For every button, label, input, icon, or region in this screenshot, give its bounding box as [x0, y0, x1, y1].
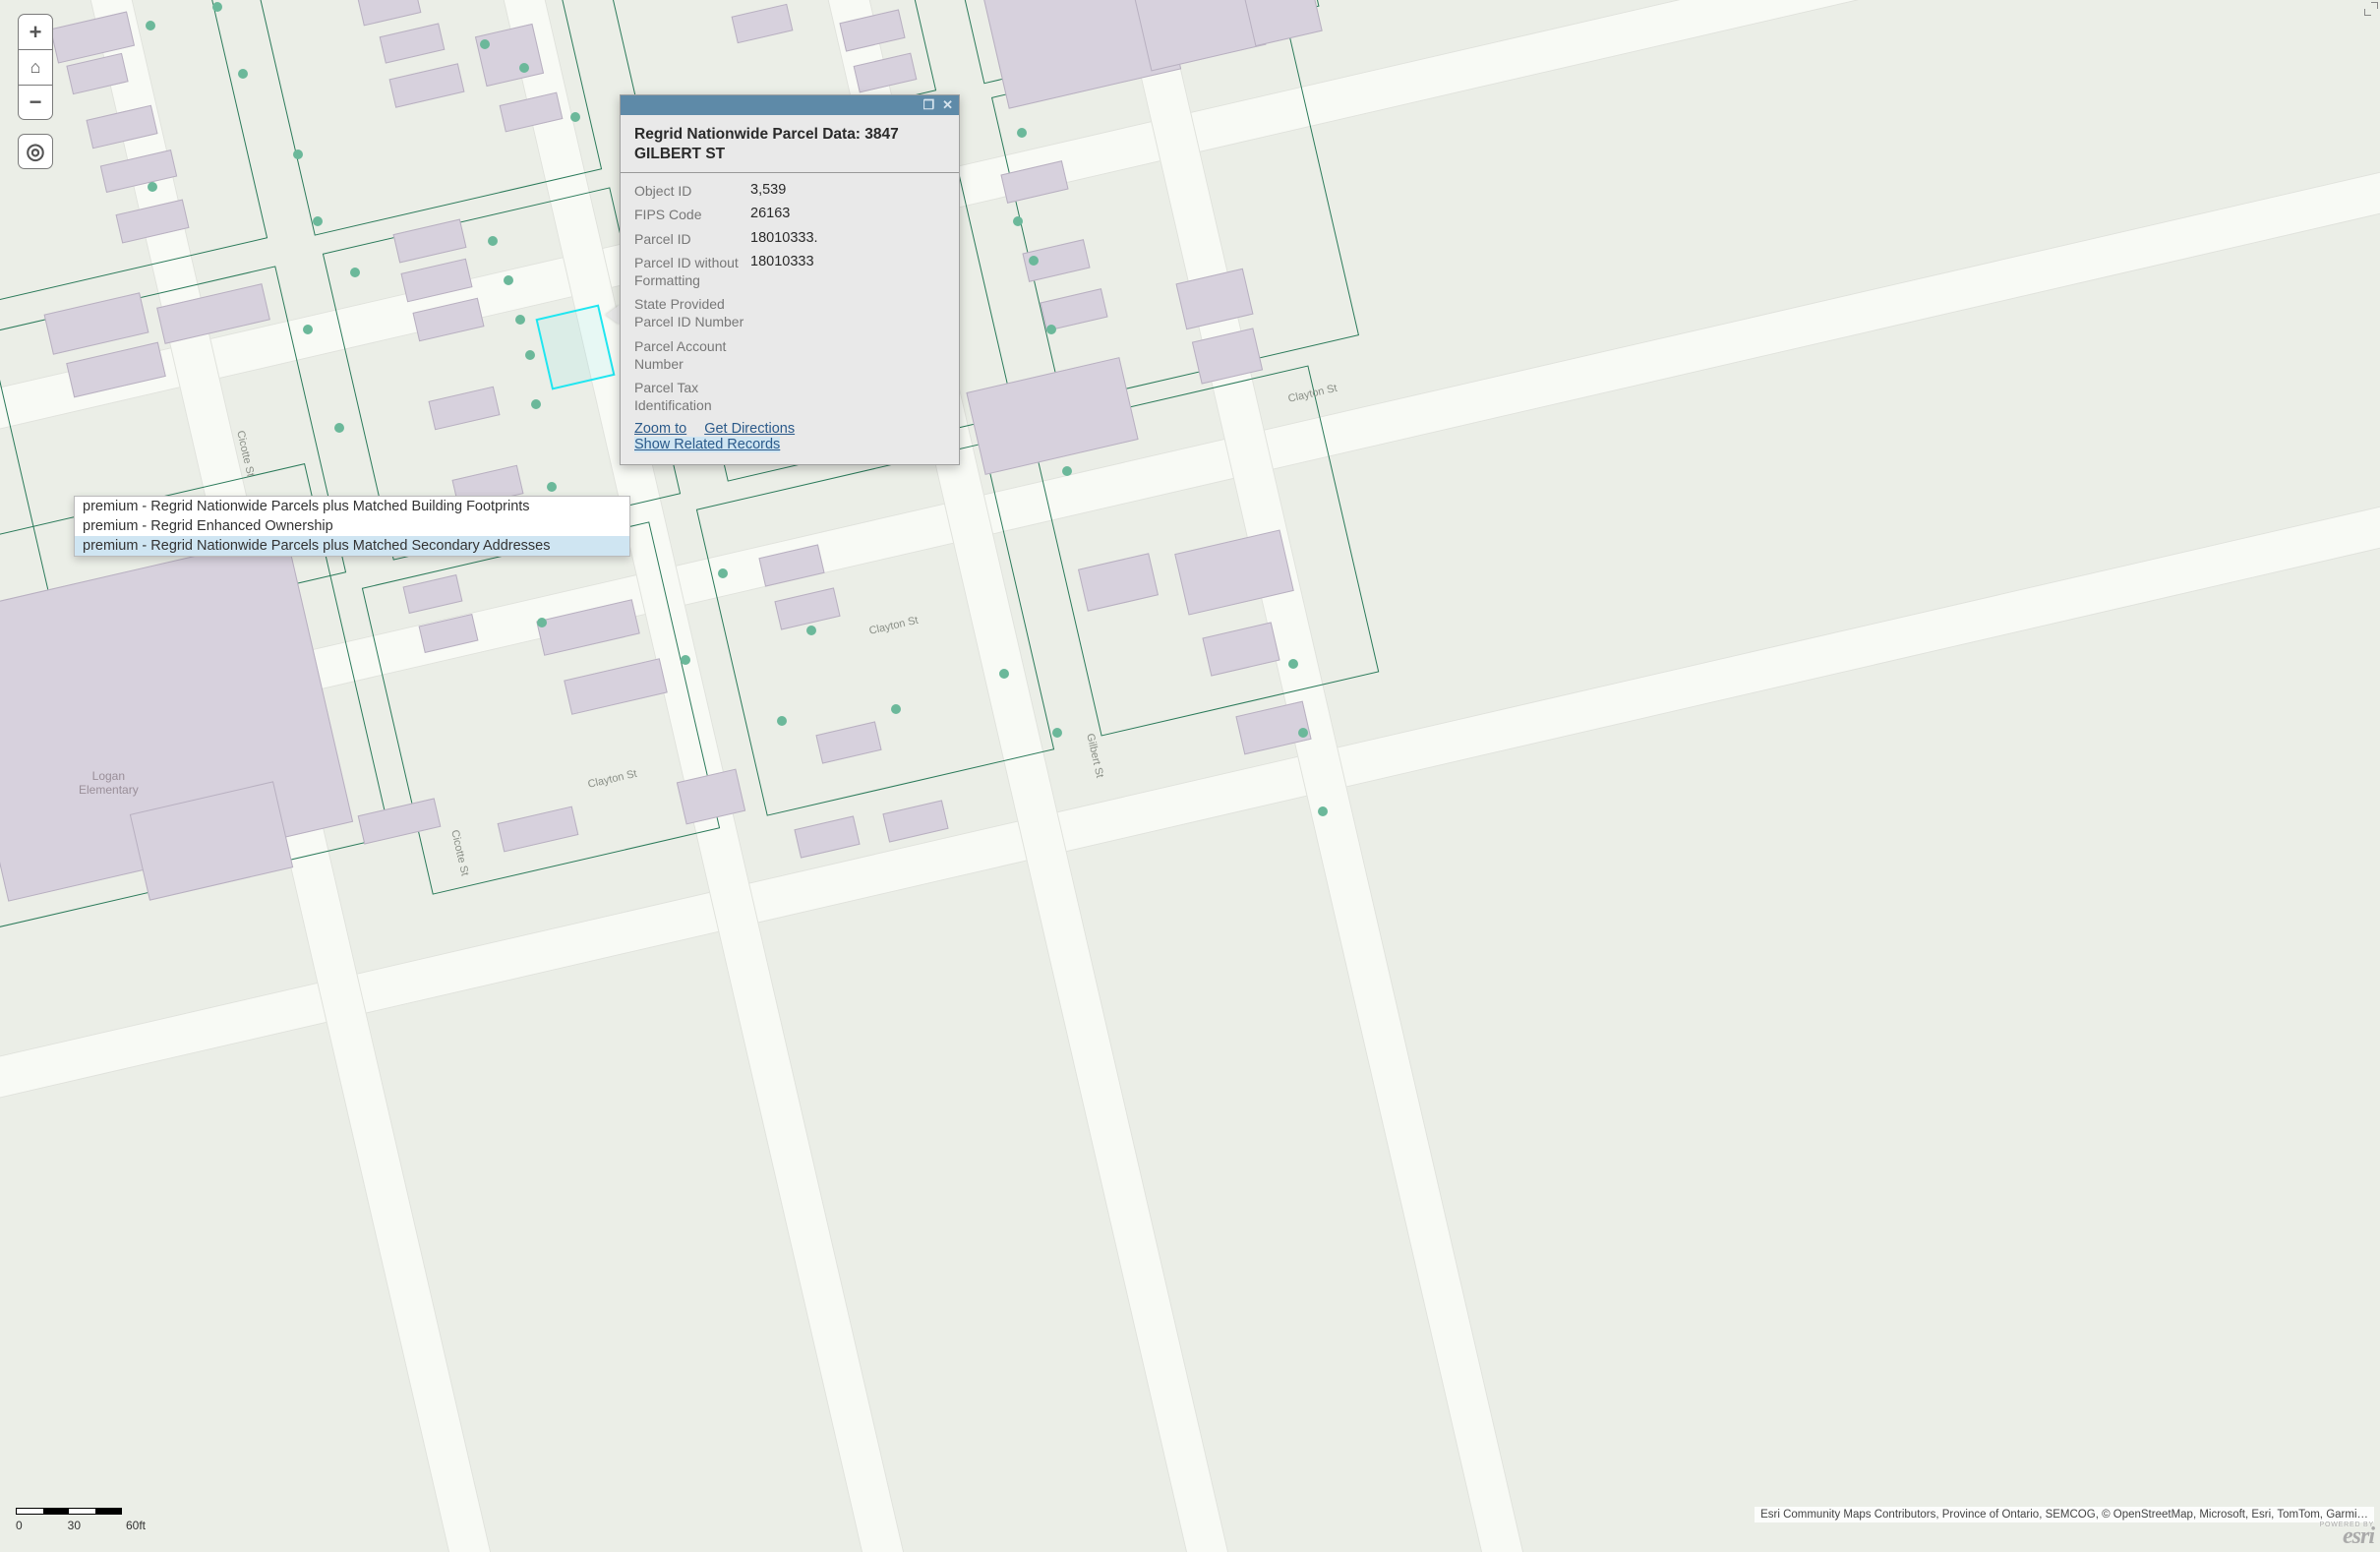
feature-popup: ❐ ✕ Regrid Nationwide Parcel Data: 3847 …	[620, 94, 960, 465]
address-point	[146, 21, 155, 30]
address-point	[681, 655, 690, 665]
address-point	[515, 315, 525, 325]
zoom-in-button[interactable]: +	[18, 14, 53, 49]
address-point	[1062, 466, 1072, 476]
building-footprint	[882, 800, 948, 842]
locate-button[interactable]: ◎	[18, 134, 53, 169]
address-point	[1013, 216, 1023, 226]
address-point	[1318, 806, 1328, 816]
show-related-records-link[interactable]: Show Related Records	[634, 437, 780, 452]
layer-item[interactable]: premium - Regrid Nationwide Parcels plus…	[75, 497, 629, 516]
popup-title: Regrid Nationwide Parcel Data: 3847 GILB…	[621, 115, 959, 173]
address-point	[537, 618, 547, 627]
popup-body: Object ID 3,539 FIPS Code 26163 Parcel I…	[621, 179, 959, 464]
address-point	[891, 704, 901, 714]
school-label: Logan Elementary	[79, 769, 139, 798]
scale-bar: 0 30 60ft	[16, 1508, 146, 1532]
esri-logo: esri	[2343, 1523, 2374, 1550]
popup-val: 26163	[750, 206, 945, 223]
address-point	[480, 39, 490, 49]
address-point	[570, 112, 580, 122]
address-point	[238, 69, 248, 79]
building-footprint	[1244, 0, 1322, 46]
scale-tick: 60ft	[126, 1519, 146, 1532]
popup-key: Parcel ID without Formatting	[634, 254, 750, 289]
address-point	[1029, 256, 1039, 266]
layer-item[interactable]: premium - Regrid Nationwide Parcels plus…	[75, 536, 629, 556]
popup-val	[750, 295, 945, 330]
popup-row: Object ID 3,539	[634, 179, 945, 203]
maximize-icon[interactable]: ❐	[922, 97, 934, 113]
address-point	[293, 149, 303, 159]
scale-tick: 30	[68, 1519, 81, 1532]
popup-row: Parcel ID without Formatting 18010333	[634, 251, 945, 292]
popup-key: Parcel ID	[634, 230, 750, 248]
address-point	[334, 423, 344, 433]
home-button[interactable]: ⌂	[18, 49, 53, 85]
expand-icon[interactable]	[2364, 2, 2378, 16]
address-point	[504, 275, 513, 285]
layer-list: premium - Regrid Nationwide Parcels plus…	[74, 496, 630, 557]
address-point	[806, 626, 816, 635]
building-footprint	[794, 815, 860, 858]
address-point	[1052, 728, 1062, 738]
popup-pointer	[606, 305, 620, 325]
address-point	[1046, 325, 1056, 334]
get-directions-link[interactable]: Get Directions	[704, 421, 795, 437]
popup-val	[750, 379, 945, 414]
zoom-to-link[interactable]: Zoom to	[634, 421, 686, 437]
address-point	[488, 236, 498, 246]
popup-links: Zoom to Get Directions Show Related Reco…	[634, 417, 945, 452]
popup-val: 3,539	[750, 182, 945, 200]
address-point	[531, 399, 541, 409]
popup-val: 18010333	[750, 254, 945, 289]
address-point	[350, 268, 360, 277]
popup-row: FIPS Code 26163	[634, 203, 945, 226]
address-point	[999, 669, 1009, 679]
map-attribution: Esri Community Maps Contributors, Provin…	[1755, 1507, 2374, 1522]
popup-row: Parcel ID 18010333.	[634, 227, 945, 251]
address-point	[313, 216, 323, 226]
address-point	[303, 325, 313, 334]
address-point	[1288, 659, 1298, 669]
address-point	[1298, 728, 1308, 738]
address-point	[777, 716, 787, 726]
zoom-out-button[interactable]: −	[18, 85, 53, 120]
school-name-line1: Logan	[92, 769, 125, 783]
popup-header[interactable]: ❐ ✕	[621, 95, 959, 115]
scale-tick: 0	[16, 1519, 23, 1532]
map-canvas[interactable]: Cicotte St Cicotte St Clayton St Clayton…	[0, 0, 2380, 1552]
address-point	[547, 482, 557, 492]
popup-key: FIPS Code	[634, 206, 750, 223]
popup-key: Parcel Account Number	[634, 337, 750, 373]
popup-row: State Provided Parcel ID Number	[634, 292, 945, 333]
popup-val	[750, 337, 945, 373]
address-point	[525, 350, 535, 360]
street-label: Gilbert St	[1084, 733, 1105, 779]
address-point	[519, 63, 529, 73]
address-point	[1017, 128, 1027, 138]
address-point	[148, 182, 157, 192]
popup-key: Parcel Tax Identification	[634, 379, 750, 414]
popup-key: Object ID	[634, 182, 750, 200]
map-controls: + ⌂ − ◎	[18, 14, 53, 175]
popup-val: 18010333.	[750, 230, 945, 248]
popup-row: Parcel Tax Identification	[634, 376, 945, 417]
address-point	[212, 2, 222, 12]
address-point	[718, 568, 728, 578]
close-icon[interactable]: ✕	[942, 97, 953, 113]
popup-row: Parcel Account Number	[634, 334, 945, 376]
school-name-line2: Elementary	[79, 783, 139, 797]
popup-key: State Provided Parcel ID Number	[634, 295, 750, 330]
layer-item[interactable]: premium - Regrid Enhanced Ownership	[75, 516, 629, 536]
